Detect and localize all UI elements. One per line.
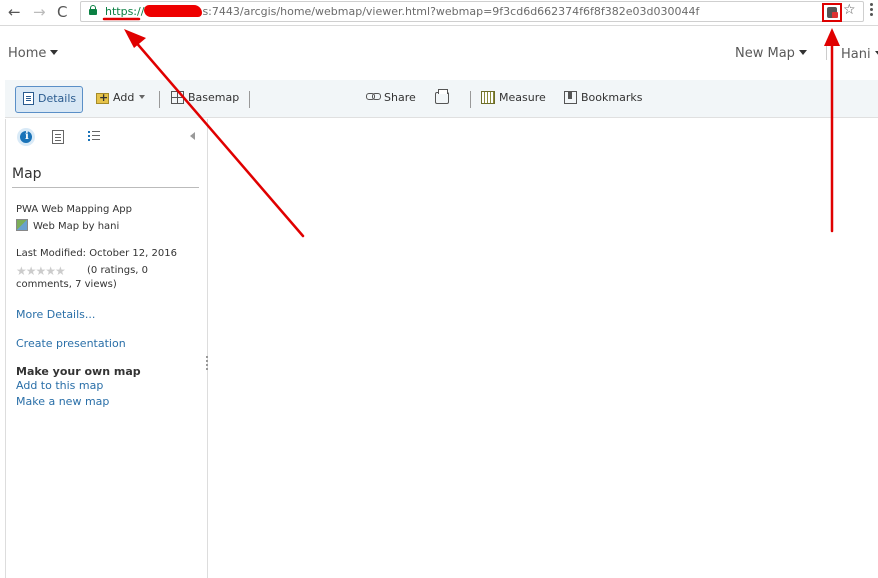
user-label: Hani bbox=[841, 47, 871, 62]
ratings-summary-cont: comments, 7 views) bbox=[16, 279, 117, 290]
redacted-hostname bbox=[144, 5, 203, 17]
rating-stars[interactable]: ★★★★★ bbox=[16, 264, 66, 278]
map-title: PWA Web Mapping App bbox=[16, 204, 133, 215]
home-menu[interactable]: Home bbox=[8, 46, 59, 61]
home-label: Home bbox=[8, 46, 47, 61]
map-canvas[interactable] bbox=[209, 119, 878, 578]
toolbar-divider bbox=[159, 91, 160, 108]
ratings-summary: (0 ratings, 0 bbox=[87, 265, 148, 276]
info-glyph: i bbox=[25, 131, 29, 142]
add-to-this-map-link[interactable]: Add to this map bbox=[16, 379, 103, 392]
details-icon bbox=[23, 92, 34, 105]
add-button[interactable]: Add bbox=[96, 90, 146, 106]
make-new-map-link[interactable]: Make a new map bbox=[16, 395, 109, 408]
create-presentation-link[interactable]: Create presentation bbox=[16, 337, 126, 350]
toolbar-divider bbox=[249, 91, 250, 108]
legend-icon[interactable] bbox=[88, 130, 100, 144]
chevron-down-icon bbox=[139, 95, 146, 99]
url-scheme: https:// bbox=[105, 5, 145, 18]
bookmarks-button[interactable]: Bookmarks bbox=[564, 90, 642, 106]
ruler-icon bbox=[481, 91, 495, 104]
app-header: Home New Map Hani bbox=[0, 27, 878, 80]
browser-toolbar: ← → C https:// s:7443/arcgis/home/webmap/… bbox=[0, 0, 878, 26]
star-icon[interactable]: ☆ bbox=[843, 2, 856, 18]
make-own-map-heading: Make your own map bbox=[16, 365, 141, 378]
lock-icon[interactable] bbox=[89, 5, 97, 15]
forward-icon[interactable]: → bbox=[33, 3, 46, 21]
chevron-down-icon bbox=[50, 50, 59, 55]
last-modified: Last Modified: October 12, 2016 bbox=[16, 248, 177, 259]
url-path: s:7443/arcgis/home/webmap/viewer.html?we… bbox=[202, 5, 700, 18]
basemap-icon bbox=[171, 91, 184, 104]
address-bar[interactable]: https:// s:7443/arcgis/home/webmap/viewer… bbox=[80, 1, 864, 22]
map-toolbar: Details Add Basemap Share Measure Bookma… bbox=[5, 80, 878, 118]
bookmark-icon bbox=[564, 91, 577, 104]
bookmarks-label: Bookmarks bbox=[581, 91, 643, 104]
extension-icon[interactable] bbox=[822, 3, 842, 22]
link-icon bbox=[366, 93, 381, 100]
more-details-link[interactable]: More Details... bbox=[16, 308, 95, 321]
map-thumbnail-icon bbox=[16, 219, 28, 231]
measure-label: Measure bbox=[499, 91, 546, 104]
menu-icon[interactable] bbox=[870, 3, 873, 17]
new-map-label: New Map bbox=[735, 46, 795, 61]
basemap-label: Basemap bbox=[188, 91, 240, 104]
details-label: Details bbox=[38, 92, 77, 105]
panel-resize-handle[interactable] bbox=[206, 356, 208, 370]
toolbar-divider bbox=[470, 91, 471, 108]
collapse-panel-icon[interactable] bbox=[190, 132, 195, 140]
add-label: Add bbox=[113, 91, 135, 104]
content-icon[interactable] bbox=[52, 130, 64, 144]
chevron-down-icon bbox=[874, 51, 878, 56]
back-icon[interactable]: ← bbox=[8, 3, 21, 21]
user-menu[interactable]: Hani bbox=[826, 46, 878, 62]
reload-icon[interactable]: C bbox=[57, 3, 67, 21]
panel-title: Map bbox=[12, 166, 42, 182]
info-icon[interactable]: i bbox=[17, 128, 35, 146]
divider bbox=[12, 187, 199, 188]
new-map-menu[interactable]: New Map bbox=[735, 46, 807, 61]
url-text[interactable]: https:// s:7443/arcgis/home/webmap/viewer… bbox=[105, 5, 699, 18]
print-button[interactable] bbox=[435, 89, 453, 106]
details-button[interactable]: Details bbox=[15, 86, 83, 113]
share-label: Share bbox=[384, 91, 416, 104]
measure-button[interactable]: Measure bbox=[481, 90, 546, 106]
share-button[interactable]: Share bbox=[366, 90, 416, 106]
owner-label: Web Map by hani bbox=[33, 221, 120, 232]
basemap-button[interactable]: Basemap bbox=[171, 90, 239, 106]
print-icon bbox=[435, 89, 449, 104]
map-owner: Web Map by hani bbox=[16, 219, 119, 232]
chevron-down-icon bbox=[798, 50, 807, 55]
add-icon bbox=[96, 90, 109, 106]
avatar bbox=[826, 46, 838, 60]
details-panel: i Map PWA Web Mapping App Web Map by han… bbox=[5, 119, 208, 578]
panel-tabs: i bbox=[6, 119, 206, 155]
